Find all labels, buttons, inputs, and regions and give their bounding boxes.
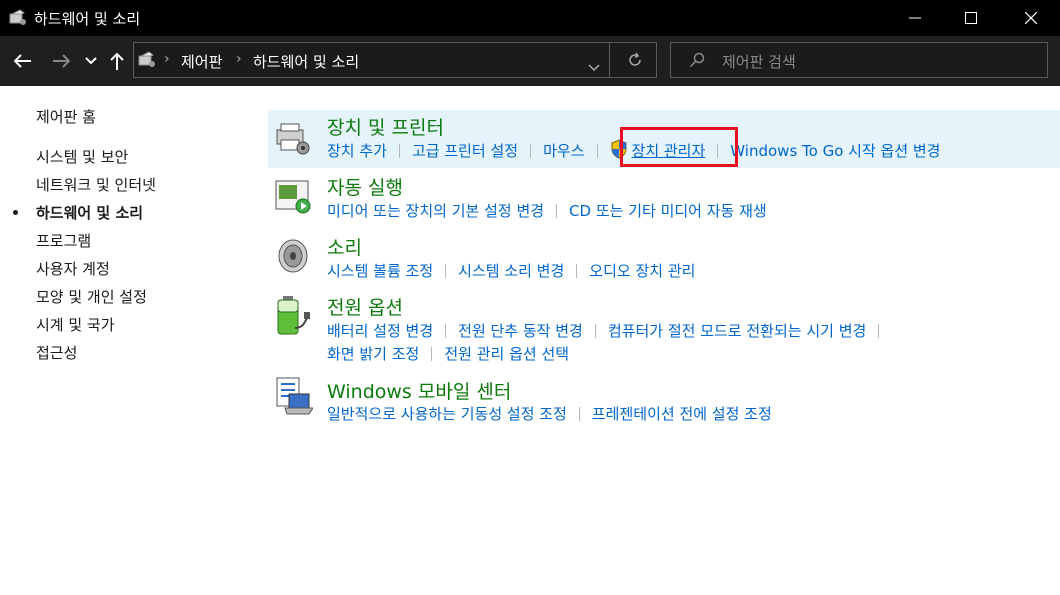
link-adjust-system-volume[interactable]: 시스템 볼륨 조정 [327,260,433,281]
link-divider [431,347,433,361]
link-advanced-printer-setup[interactable]: 고급 프린터 설정 [412,140,518,161]
link-adjust-screen-brightness[interactable]: 화면 밝기 조정 [327,343,419,364]
link-divider [556,204,558,218]
autoplay-icon [273,176,313,216]
link-change-power-button[interactable]: 전원 단추 동작 변경 [458,320,583,341]
window-title: 하드웨어 및 소리 [34,10,141,28]
close-button[interactable] [1006,0,1056,36]
recent-locations-chevron-icon[interactable] [80,50,102,72]
sidebar-home-link[interactable]: 제어판 홈 [36,106,96,127]
link-divider [878,324,880,338]
link-manage-audio-devices[interactable]: 오디오 장치 관리 [589,260,695,281]
navigation-bar: › 제어판 › 하드웨어 및 소리 제어판 검색 [0,36,1060,86]
title-bar: 하드웨어 및 소리 [0,0,1060,36]
search-placeholder: 제어판 검색 [722,53,796,71]
address-bar[interactable]: › 제어판 › 하드웨어 및 소리 [133,42,657,78]
link-divider [594,324,596,338]
link-divider [398,144,400,158]
sidebar-item-network-internet[interactable]: 네트워크 및 인터넷 [36,174,156,195]
sidebar-item-system-security[interactable]: 시스템 및 보안 [36,146,128,167]
category-autoplay: 자동 실행 미디어 또는 장치의 기본 설정 변경 CD 또는 기타 미디어 자동… [268,170,1060,228]
category-title[interactable]: 소리 [327,233,362,260]
category-title[interactable]: 전원 옵션 [327,293,403,320]
link-change-sleep-time[interactable]: 컴퓨터가 절전 모드로 전환되는 시기 변경 [608,320,866,341]
sidebar-item-clock-region[interactable]: 시계 및 국가 [36,314,115,335]
link-divider [445,324,447,338]
search-input[interactable]: 제어판 검색 [670,42,1048,78]
control-panel-icon [137,50,157,74]
link-change-system-sounds[interactable]: 시스템 소리 변경 [458,260,564,281]
category-title[interactable]: 자동 실행 [327,173,403,200]
hardware-sound-icon [8,8,28,32]
link-choose-power-plan[interactable]: 전원 관리 옵션 선택 [444,343,569,364]
link-mouse[interactable]: 마우스 [543,140,584,161]
link-change-battery-settings[interactable]: 배터리 설정 변경 [327,320,433,341]
link-divider [596,144,598,158]
breadcrumb-control-panel[interactable]: 제어판 [181,51,222,72]
minimize-button[interactable] [890,0,940,36]
back-button[interactable] [12,50,34,72]
devices-printers-icon [273,118,313,158]
current-item-bullet [13,210,18,215]
sidebar-item-programs[interactable]: 프로그램 [36,230,91,251]
highlight-annotation [620,127,738,167]
category-sound: 소리 시스템 볼륨 조정 시스템 소리 변경 오디오 장치 관리 [268,230,1060,288]
link-cd-autoplay[interactable]: CD 또는 기타 미디어 자동 재생 [569,200,767,221]
link-adjust-mobility-settings[interactable]: 일반적으로 사용하는 기동성 설정 조정 [327,403,567,424]
category-links: 일반적으로 사용하는 기동성 설정 조정 프레젠테이션 전에 설정 조정 [327,403,772,424]
category-links: 미디어 또는 장치의 기본 설정 변경 CD 또는 기타 미디어 자동 재생 [327,200,767,221]
category-title[interactable]: Windows 모바일 센터 [327,377,511,404]
link-adjust-before-presentation[interactable]: 프레젠테이션 전에 설정 조정 [592,403,772,424]
breadcrumb-hardware-sound[interactable]: 하드웨어 및 소리 [253,51,359,72]
category-links: 시스템 볼륨 조정 시스템 소리 변경 오디오 장치 관리 [327,260,695,281]
chevron-right-icon[interactable]: › [236,51,242,67]
link-divider [576,264,578,278]
category-title[interactable]: 장치 및 프린터 [327,113,444,140]
link-media-default-settings[interactable]: 미디어 또는 장치의 기본 설정 변경 [327,200,544,221]
chevron-right-icon: › [164,51,170,67]
category-links: 배터리 설정 변경 전원 단추 동작 변경 컴퓨터가 절전 모드로 전환되는 시기 … [327,320,891,341]
sidebar-item-hardware-sound[interactable]: 하드웨어 및 소리 [36,202,143,223]
sidebar-item-accessibility[interactable]: 접근성 [36,342,77,363]
battery-icon [273,294,313,335]
refresh-icon[interactable] [627,52,643,72]
sidebar-item-appearance[interactable]: 모양 및 개인 설정 [36,286,147,307]
link-add-device[interactable]: 장치 추가 [327,140,387,161]
maximize-button[interactable] [946,0,996,36]
dropdown-chevron-icon[interactable] [588,57,600,76]
mobility-center-icon [273,376,314,416]
divider [609,43,610,77]
link-windows-to-go[interactable]: Windows To Go 시작 옵션 변경 [730,140,940,161]
up-button[interactable] [106,50,128,72]
category-power-options: 전원 옵션 배터리 설정 변경 전원 단추 동작 변경 컴퓨터가 절전 모드로 전환… [268,290,1060,368]
sidebar-item-user-accounts[interactable]: 사용자 계정 [36,258,110,279]
link-divider [530,144,532,158]
forward-button[interactable] [50,50,72,72]
speaker-icon [273,236,313,276]
search-icon [689,52,705,72]
category-mobility-center: Windows 모바일 센터 일반적으로 사용하는 기동성 설정 조정 프레젠테이… [268,374,1060,430]
category-links-row2: 화면 밝기 조정 전원 관리 옵션 선택 [327,343,569,364]
link-divider [445,264,447,278]
link-divider [578,407,580,421]
